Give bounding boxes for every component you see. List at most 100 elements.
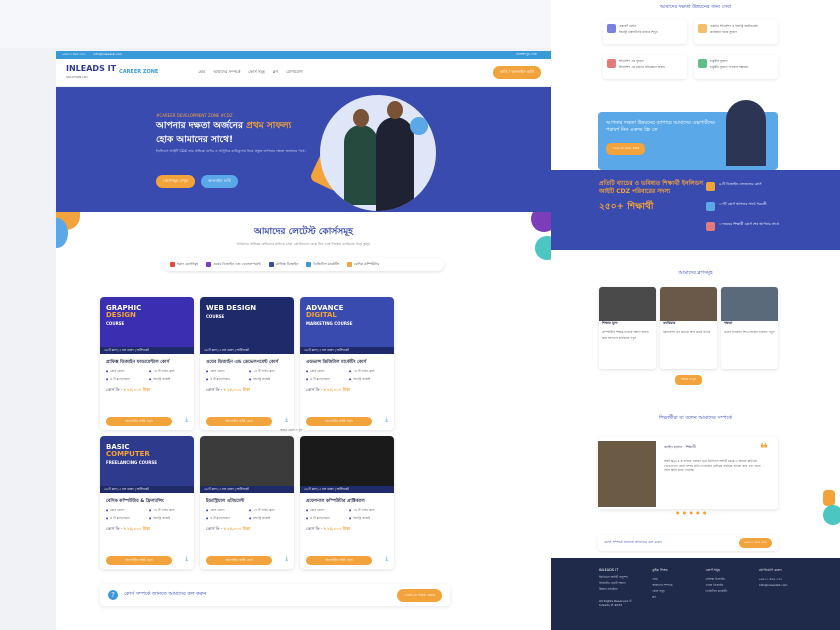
meta-item: কোর্স মেয়াদ: [206, 369, 245, 375]
nav-blog[interactable]: ব্লগ: [273, 69, 278, 76]
meta-item: ১৪ টি লাইভ ক্লাস: [249, 369, 288, 375]
feature-card[interactable]: ইন্টার্নশিপ এর সুযোগ ইন্টার্নশিপ এর মাধ্য…: [603, 55, 687, 79]
cta-call-button[interactable]: ০৯৬১৩ ৪৬৬ ৩৩৩: [396, 588, 442, 602]
web-icon: [206, 262, 212, 267]
download-icon[interactable]: ⤓: [285, 555, 288, 563]
course-fee: কোর্স ফি - ৳ ১৫,০০০ টাকা: [306, 387, 351, 392]
feature-card[interactable]: চাকুরীর সুযোগ চাকুরীর সুযোগ পাওয়ার সম্ভা…: [694, 55, 778, 79]
footer-link[interactable]: ডিজিটাল মার্কেটিং: [706, 589, 739, 595]
nav-home[interactable]: হোম: [198, 69, 205, 76]
course-title: ওয়েব ডিজাইন এন্ড ডেভেলপমেন্ট কোর্স: [206, 360, 279, 365]
tab-basic[interactable]: বেসিক কম্পিউটার: [346, 262, 379, 268]
course-title: ইন্ডাস্ট্রিয়াল এটাচমেন্ট: [206, 499, 245, 504]
download-icon[interactable]: ⤓: [385, 555, 388, 563]
site-logo[interactable]: INLEADS IT SOLUTION LTD. CAREER ZONE: [66, 64, 158, 81]
stat-item: ৬ টি ডিজাইন লেভেলের কোর্স: [706, 182, 786, 191]
stat-item: ১০জনের শিক্ষার্থী কোর্স শেষ আপনার সাথে: [706, 222, 786, 231]
feature-card[interactable]: এপ্লাইড ইন্টার্নশিপ ও ইন্ডাস্ট্রি অ্যাটা…: [694, 20, 778, 44]
see-more-link[interactable]: আরও কোর্স দেখুন: [280, 428, 302, 434]
enroll-button[interactable]: অনলাইন ভর্তি হোন: [206, 556, 272, 565]
promo-call-button[interactable]: ০৯৬১৩ ৪৬৬ ৩৩৩: [606, 143, 646, 155]
testimonial-title: শিক্ষার্থীরা যা বলেন আমাদের সম্পর্কে: [659, 415, 732, 421]
job-icon: [698, 59, 707, 68]
course-card[interactable]: BASIC COMPUTER FREELANCING COURSE ৩৬ টি ক্ল…: [100, 436, 194, 569]
nav-admission-button[interactable]: ভর্তি / অনলাইন ভর্তি: [493, 66, 541, 79]
course-card[interactable]: ৩৬ টি ক্লাস | ৩ মাস মেয়াদ | সার্টিফিকেট…: [300, 436, 394, 569]
right-cta-button[interactable]: ০৯৬১৩ ৪৬৬ ৩৩৩: [738, 538, 772, 548]
navbar: INLEADS IT SOLUTION LTD. CAREER ZONE হোম …: [56, 59, 551, 87]
footer-email[interactable]: info@inleadsit.com: [759, 583, 792, 587]
blog-card[interactable]: শিক্ষার মূল্য কম্পিউটার শিক্ষার মাধ্যমে দ…: [599, 287, 656, 369]
view-courses-button[interactable]: কোর্সসমূহ দেখুন: [156, 175, 196, 188]
footer: INLEADS IT ইনলিডস আইটি সল্যুশন লিমিটেড এক…: [551, 558, 840, 630]
course-thumbnail: GRAPHIC DESIGN COURSE: [100, 297, 194, 347]
consult-promo: আপনার দক্ষতা উন্নয়নের ব্যাপারে আমাদের এ…: [598, 100, 778, 170]
top-info-bar: ০৯৬১৩ ৪৬৬ ৩৩৩ info@inleadsit.com মোহাম্মদ…: [56, 51, 551, 59]
internship-icon: [607, 59, 616, 68]
download-icon[interactable]: ⤓: [185, 555, 188, 563]
course-card[interactable]: ৩৬ টি ক্লাস | ৩ মাস মেয়াদ | সার্টিফিকেট…: [200, 436, 294, 569]
meta-item: ১৪ টি লাইভ ক্লাস: [149, 508, 188, 514]
thumb-course: COURSE: [106, 321, 125, 326]
feature-desc: ইন্টার্নশিপ এর মাধ্যমে অভিজ্ঞতা অর্জন: [619, 65, 665, 69]
nav-about[interactable]: আমাদের সম্পর্কে: [213, 69, 240, 76]
nav-courses[interactable]: কোর্স সমূহ: [248, 69, 264, 76]
course-card[interactable]: ADVANCE DIGITAL MARKETING COURSE ৩৬ টি ক্লা…: [300, 297, 394, 430]
stat-item: ১০টি কোর্স আপনার সাথে পরবর্তী: [706, 202, 786, 211]
teal-decoration: [823, 505, 840, 525]
course-meta: কোর্স মেয়াদ ১৪ টি লাইভ ক্লাস ৪ টি ক্লাস/স…: [100, 508, 194, 522]
online-admission-button[interactable]: অনলাইন ভর্তি: [201, 175, 238, 188]
enroll-button[interactable]: অনলাইন ভর্তি হোন: [106, 417, 172, 426]
blog-card-text: কম্পিউটার শিক্ষার মাধ্যমে দক্ষতা অর্জন ক…: [602, 330, 649, 340]
thumb-title: ADVANCE DIGITAL: [306, 304, 344, 319]
blog-more-button[interactable]: আরও দেখুন: [675, 375, 702, 385]
student-right: [376, 117, 414, 211]
right-page: আমাদের দক্ষতা উন্নয়নের জন্য সেবা এক্সপা…: [551, 0, 840, 630]
download-icon[interactable]: ⤓: [285, 416, 288, 424]
course-title: গ্রাফিক্স ডিজাইন ফান্ডামেন্টাল কোর্স: [106, 360, 170, 365]
address-text: মোহাম্মদপুর, ঢাকা: [515, 52, 537, 56]
enroll-button[interactable]: অনলাইন ভর্তি হোন: [306, 556, 372, 565]
footer-col-title: যোগাযোগ করুন: [758, 568, 782, 572]
footer-link[interactable]: ব্লগ: [652, 595, 685, 601]
tab-graphics[interactable]: গ্রাফিক্স ডিজাইন: [268, 262, 298, 268]
feature-card[interactable]: এক্সপার্ট মেন্টর ইন্ডাস্ট্রি এক্সপার্টদের…: [603, 20, 687, 44]
meta-item: কোর্স মেয়াদ: [306, 508, 345, 514]
meta-item: ইন্ডাস্ট্রি প্রজেক্ট: [149, 516, 188, 522]
enroll-button[interactable]: অনলাইন ভর্তি হোন: [106, 556, 172, 565]
tab-all[interactable]: সকল কোর্সসমূহ: [169, 261, 199, 268]
thumb-title: [206, 444, 288, 451]
basic-icon: [346, 262, 352, 267]
enroll-button[interactable]: অনলাইন ভর্তি হোন: [306, 417, 372, 426]
thumb-course: MARKETING COURSE: [306, 321, 353, 326]
quote-icon: ❝: [759, 441, 768, 457]
course-card[interactable]: WEB DESIGN COURSE ৩৬ টি ক্লাস | ৩ মাস মেয়…: [200, 297, 294, 430]
download-icon[interactable]: ⤓: [385, 416, 388, 424]
tab-marketing[interactable]: ডিজিটাল মার্কেটিং: [306, 262, 339, 268]
meta-item: ১৪ টি লাইভ ক্লাস: [149, 369, 188, 375]
nav-menu: হোম আমাদের সম্পর্কে কোর্স সমূহ ব্লগ যোগা…: [198, 69, 302, 76]
tab-web[interactable]: ওয়েব ডিজাইন এন্ড ডেভেলপমেন্ট: [206, 262, 261, 268]
blog-image: [599, 287, 656, 321]
student-left-head: [353, 109, 369, 127]
stat-icon: [706, 202, 715, 211]
meta-item: ইন্ডাস্ট্রি প্রজেক্ট: [149, 377, 188, 383]
course-card[interactable]: GRAPHIC DESIGN COURSE ৩৬ টি ক্লাস | ৩ মাস ম…: [100, 297, 194, 430]
right-cta-text: কোর্স সম্পর্কে জানতে আমাদের কল করুন: [604, 540, 662, 544]
nav-contact[interactable]: যোগাযোগ: [286, 69, 303, 76]
course-meta: কোর্স মেয়াদ ১৪ টি লাইভ ক্লাস ৪ টি ক্লাস/স…: [200, 369, 294, 383]
meta-item: ৪ টি ক্লাস/সপ্তাহ: [306, 516, 345, 522]
course-title: এডভান্স ডিজিটাল মার্কেটিং কোর্স: [306, 360, 367, 365]
teal-decoration: [535, 236, 551, 260]
courses-subtitle: আমাদের অভিজ্ঞ মেন্টরদের মাধ্যমে সেরা কোর…: [236, 242, 371, 246]
course-fee: কোর্স ফি - ৳ ১৫,০০০ টাকা: [106, 387, 151, 392]
meta-item: ১৪ টি লাইভ ক্লাস: [349, 508, 388, 514]
blog-card[interactable]: ক্যারিয়ার ফ্রিল্যান্সিং এর মাধ্যমে আয় ক…: [660, 287, 717, 369]
right-call-cta: কোর্স সম্পর্কে জানতে আমাদের কল করুন ০৯৬১…: [598, 535, 778, 551]
download-icon[interactable]: ⤓: [185, 416, 188, 424]
carousel-dots[interactable]: ● ● ● ● ●: [676, 510, 708, 515]
enroll-button[interactable]: অনলাইন ভর্তি হোন: [206, 417, 272, 426]
student-left: [344, 125, 378, 205]
blog-card[interactable]: দক্ষতা ওয়েব ডিজাইন শিখে নিজের ভবিষ্যৎ গড…: [721, 287, 778, 369]
hero-banner: #CAREER DEVELOPMENT ZONE #CDZ আপনার দক্ষ…: [56, 87, 551, 212]
